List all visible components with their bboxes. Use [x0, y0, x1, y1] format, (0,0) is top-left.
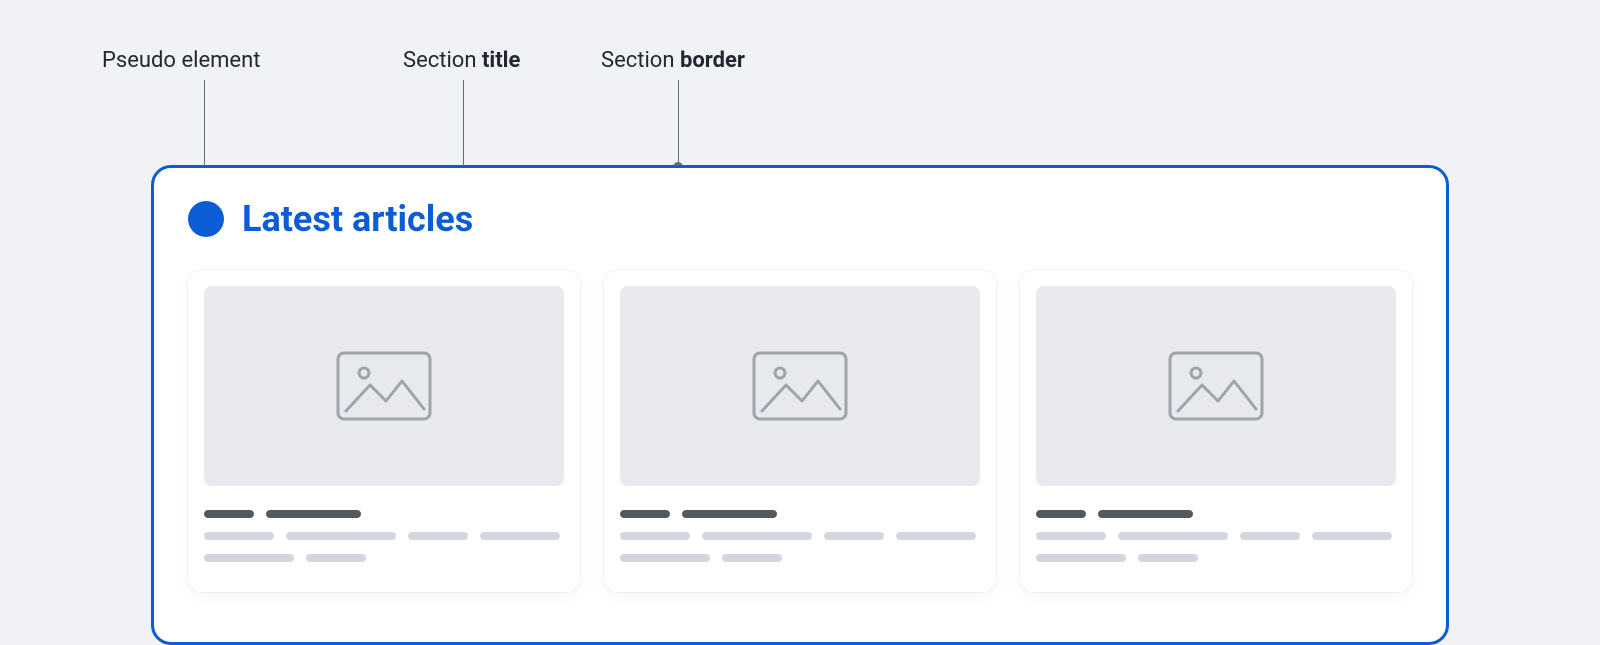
article-card[interactable] — [1020, 270, 1412, 592]
annotation-section-title: Section title — [403, 48, 520, 74]
annotation-text-bold: title — [482, 48, 520, 73]
image-placeholder-icon — [752, 351, 848, 421]
annotation-section-border: Section border — [601, 48, 745, 74]
annotation-pseudo-element: Pseudo element — [102, 48, 260, 74]
cards-row — [188, 270, 1412, 592]
annotation-text: Section — [403, 48, 482, 73]
section-title: Latest articles — [242, 198, 473, 240]
section-latest-articles: Latest articles — [151, 165, 1449, 645]
section-header: Latest articles — [188, 198, 1412, 240]
article-thumbnail — [620, 286, 980, 486]
article-thumbnail — [204, 286, 564, 486]
annotation-text: Pseudo element — [102, 48, 260, 73]
annotation-leader — [678, 80, 679, 167]
image-placeholder-icon — [1168, 351, 1264, 421]
article-text-skeleton — [1036, 510, 1396, 562]
image-placeholder-icon — [336, 351, 432, 421]
article-thumbnail — [1036, 286, 1396, 486]
annotation-text: Section — [601, 48, 680, 73]
annotation-text-bold: border — [680, 48, 745, 73]
article-card[interactable] — [188, 270, 580, 592]
article-text-skeleton — [620, 510, 980, 562]
article-text-skeleton — [204, 510, 564, 562]
article-card[interactable] — [604, 270, 996, 592]
pseudo-element-dot — [188, 201, 224, 237]
